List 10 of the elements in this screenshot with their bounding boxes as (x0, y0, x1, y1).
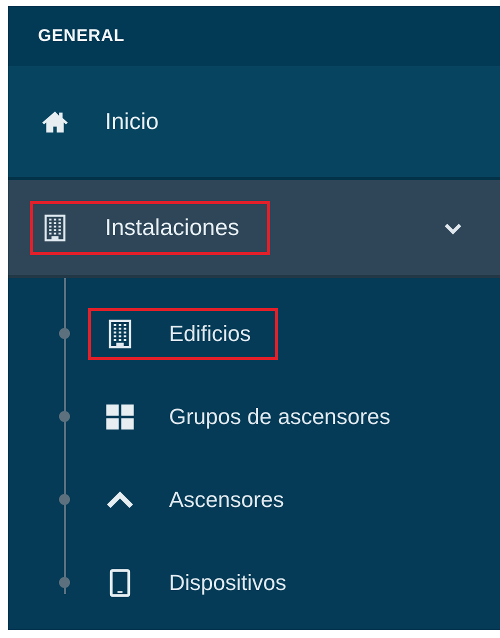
submenu-item[interactable]: Grupos de ascensores (88, 390, 418, 442)
menu-item[interactable]: Instalaciones (8, 180, 500, 278)
menu-label: Instalaciones (105, 214, 240, 241)
submenu-item[interactable]: Ascensores (88, 474, 311, 526)
submenu-item[interactable]: Dispositivos (88, 556, 314, 608)
menu-label: Inicio (105, 108, 159, 135)
submenu-item[interactable]: Edificios (88, 308, 278, 360)
section-title: GENERAL (38, 26, 125, 46)
grid-icon (105, 402, 135, 432)
menu-item[interactable]: Inicio (8, 66, 500, 180)
